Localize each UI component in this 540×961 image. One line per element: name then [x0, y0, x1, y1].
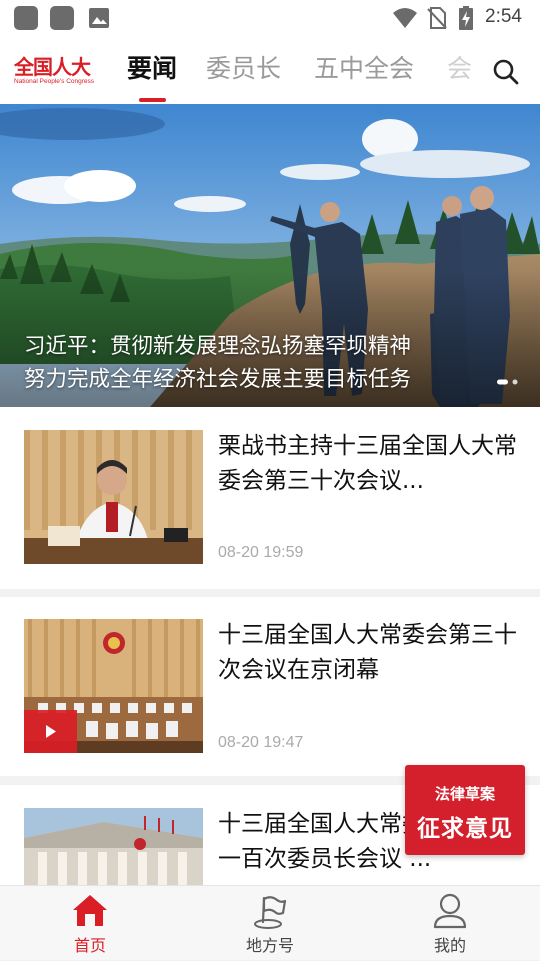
- float-ad-label: 法律草案: [434, 785, 495, 803]
- tab-partial[interactable]: 会: [447, 54, 473, 84]
- logo-text: 全国人大: [14, 55, 91, 79]
- user-icon: [433, 893, 467, 929]
- hero-banner[interactable]: 习近平：贯彻新发展理念弘扬塞罕坝精神 努力完成全年经济社会发展主要目标任务: [0, 104, 540, 407]
- carousel-indicator[interactable]: [497, 378, 521, 386]
- news-thumbnail: [24, 619, 203, 753]
- bottom-navigation: 首页 地方号 我的: [0, 885, 540, 960]
- logo-subtext: National People's Congress: [14, 78, 95, 85]
- hero-headline-line2: 努力完成全年经济社会发展主要目标任务: [24, 367, 412, 392]
- news-title: 十三届全国人大常委会第三十次会议在京闭幕: [218, 622, 517, 683]
- nav-local[interactable]: 地方号: [180, 886, 360, 961]
- battery-charging-icon: [459, 6, 473, 30]
- play-icon: [46, 725, 56, 738]
- law-draft-feedback-button[interactable]: 法律草案 征求意见: [405, 765, 525, 855]
- nav-home-label: 首页: [73, 936, 106, 955]
- tab-chairman[interactable]: 委员长: [206, 54, 281, 84]
- nav-profile[interactable]: 我的: [360, 886, 540, 961]
- nav-local-label: 地方号: [245, 936, 294, 955]
- home-icon: [73, 895, 107, 926]
- float-ad-title: 征求意见: [417, 816, 513, 842]
- status-bar: 2:54: [0, 0, 540, 36]
- wifi-icon: [393, 8, 417, 28]
- nav-profile-label: 我的: [433, 936, 466, 955]
- hero-headline-line1: 习近平：贯彻新发展理念弘扬塞罕坝精神: [24, 334, 412, 359]
- news-time: 08-20 19:59: [218, 544, 304, 561]
- video-play-button[interactable]: [24, 710, 77, 753]
- news-thumbnail: [24, 430, 203, 564]
- hero-headline: 习近平：贯彻新发展理念弘扬塞罕坝精神 努力完成全年经济社会发展主要目标任务: [24, 330, 464, 396]
- news-thumbnail: [24, 808, 203, 885]
- flag-icon: [254, 896, 287, 929]
- nav-home[interactable]: 首页: [0, 886, 180, 961]
- active-tab-indicator: [139, 98, 166, 102]
- carousel-dot: [512, 379, 518, 385]
- no-sim-icon: [427, 7, 447, 29]
- tab-fifth-plenum[interactable]: 五中全会: [314, 54, 414, 84]
- app-icon: [50, 6, 74, 30]
- carousel-dot-active: [497, 379, 508, 385]
- search-icon[interactable]: [492, 58, 520, 86]
- tab-headlines[interactable]: 要闻: [127, 54, 177, 84]
- app-icon: [14, 6, 38, 30]
- news-item[interactable]: 栗战书主持十三届全国人大常委会第三十次会议... 08-20 19:59: [0, 407, 540, 589]
- app-bar: 全国人大 National People's Congress 要闻 委员长 五…: [0, 36, 540, 104]
- image-icon: [89, 8, 109, 28]
- news-title: 栗战书主持十三届全国人大常委会第三十次会议...: [218, 433, 517, 494]
- npc-logo[interactable]: 全国人大 National People's Congress: [14, 56, 100, 88]
- news-item[interactable]: 十三届全国人大常委会第三十次会议在京闭幕 08-20 19:47: [0, 597, 540, 776]
- news-time: 08-20 19:47: [218, 734, 304, 751]
- status-time: 2:54: [485, 6, 522, 27]
